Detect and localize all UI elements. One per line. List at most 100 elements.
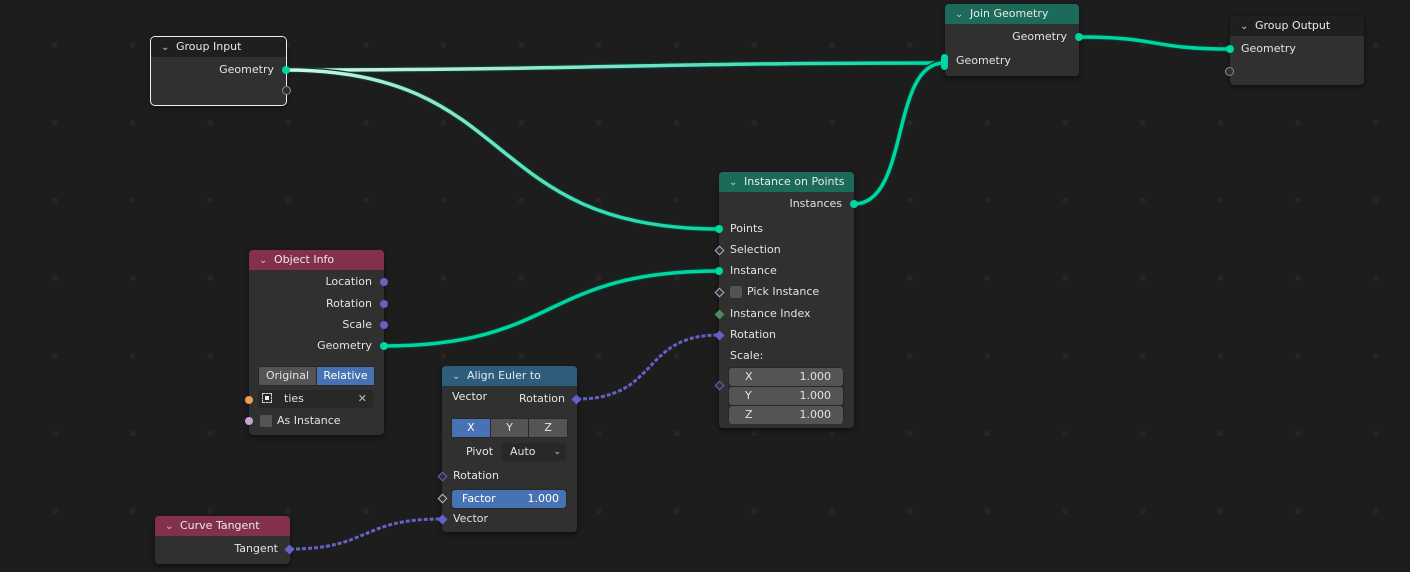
node-align-euler-to-vector[interactable]: ⌄ Align Euler to Vector Rotation X Y Z Pi… <box>437 366 582 532</box>
output-geometry-label: Geometry <box>219 63 274 76</box>
socket-scale-output[interactable] <box>380 321 388 329</box>
input-geometry-label: Geometry <box>956 54 1011 67</box>
grid-dot <box>596 431 602 436</box>
grid-dot <box>518 275 524 281</box>
node-curve-tangent[interactable]: ⌄ Curve Tangent Tangent <box>155 516 295 564</box>
pick-instance-checkbox[interactable] <box>730 286 742 298</box>
grid-dot <box>751 508 757 514</box>
socket-instance-input[interactable] <box>715 267 723 275</box>
socket-rotation-output[interactable] <box>380 300 388 308</box>
grid-dot <box>907 120 913 126</box>
node-header[interactable]: ⌄ Align Euler to Vector <box>442 366 577 403</box>
grid-dot <box>1062 353 1068 359</box>
collapse-chevron-icon[interactable]: ⌄ <box>1240 17 1252 37</box>
chevron-down-icon: ⌄ <box>553 447 561 457</box>
grid-dot <box>207 353 213 359</box>
grid-dot <box>1140 275 1146 281</box>
grid-dot <box>751 42 757 48</box>
input-instance-label: Instance <box>730 264 777 277</box>
socket-geometry-output[interactable] <box>282 66 290 74</box>
scale-x-field[interactable]: X 1.000 <box>729 368 843 386</box>
collapse-chevron-icon[interactable]: ⌄ <box>729 173 741 193</box>
socket-empty-output[interactable] <box>282 86 291 95</box>
grid-dot <box>984 197 990 203</box>
grid-dot <box>1295 508 1301 514</box>
clear-object-icon[interactable]: ✕ <box>358 390 367 408</box>
socket-instances-output[interactable] <box>850 200 858 208</box>
transform-space-relative[interactable]: Relative <box>317 367 374 385</box>
input-rotation-label: Rotation <box>453 469 500 482</box>
grid-dot <box>1373 197 1379 203</box>
grid-dot <box>1140 197 1146 203</box>
scale-y-axis: Y <box>745 389 752 402</box>
grid-dot <box>1140 353 1146 359</box>
node-group-input[interactable]: ⌄ Group Input Geometry <box>150 36 291 106</box>
node-header[interactable]: ⌄ Instance on Points <box>719 172 854 192</box>
scale-y-field[interactable]: Y 1.000 <box>729 387 843 405</box>
axis-y[interactable]: Y <box>490 419 529 437</box>
grid-dot <box>363 120 369 126</box>
node-group-output[interactable]: ⌄ Group Output Geometry <box>1225 16 1364 85</box>
scale-z-value: 1.000 <box>799 408 832 421</box>
node-instance-on-points[interactable]: ⌄ Instance on Points Instances Points Sel… <box>714 172 858 428</box>
node-header[interactable]: ⌄ Object Info <box>249 250 384 270</box>
input-geometry-label: Geometry <box>1241 42 1296 55</box>
axis-z[interactable]: Z <box>529 419 568 437</box>
node-header[interactable]: ⌄ Group Input <box>151 37 286 57</box>
grid-dot <box>518 42 524 48</box>
output-geometry-label: Geometry <box>317 339 372 352</box>
input-selection-label: Selection <box>730 243 781 256</box>
scale-z-field[interactable]: Z 1.000 <box>729 406 843 424</box>
node-object-info[interactable]: ⌄ Object Info Location Rotation Scale Geo… <box>245 250 388 435</box>
grid-dot <box>674 197 680 203</box>
grid-dot <box>1373 275 1379 281</box>
grid-dot <box>285 197 291 203</box>
collapse-chevron-icon[interactable]: ⌄ <box>955 5 967 25</box>
socket-object-input[interactable] <box>245 396 253 404</box>
grid-dot <box>1140 42 1146 48</box>
socket-geometry-output[interactable] <box>1075 33 1083 41</box>
socket-location-output[interactable] <box>380 278 388 286</box>
socket-empty-input[interactable] <box>1225 67 1234 76</box>
output-instances-label: Instances <box>789 197 842 210</box>
collapse-chevron-icon[interactable]: ⌄ <box>259 251 271 271</box>
grid-dot <box>829 431 835 436</box>
socket-geometry-input[interactable] <box>1226 45 1234 53</box>
node-header[interactable]: ⌄ Curve Tangent <box>155 516 290 536</box>
as-instance-checkbox[interactable] <box>260 415 272 427</box>
socket-geometry-output[interactable] <box>380 342 388 350</box>
grid-dot <box>1295 120 1301 126</box>
node-header[interactable]: ⌄ Join Geometry <box>945 4 1079 24</box>
collapse-chevron-icon[interactable]: ⌄ <box>452 367 464 387</box>
grid-dot <box>441 275 446 281</box>
factor-slider[interactable]: Factor 1.000 <box>452 490 566 508</box>
grid-dot <box>674 42 680 48</box>
axis-x[interactable]: X <box>452 419 490 437</box>
grid-dot <box>1218 42 1223 48</box>
transform-space-original[interactable]: Original <box>259 367 316 385</box>
grid-dot <box>674 508 680 514</box>
socket-as-instance-input[interactable] <box>245 417 253 425</box>
grid-dot <box>596 353 602 359</box>
object-icon <box>262 393 272 403</box>
grid-dot <box>207 431 213 436</box>
collapse-chevron-icon[interactable]: ⌄ <box>165 517 177 537</box>
grid-dot <box>674 275 680 281</box>
output-rotation-label: Rotation <box>518 392 565 405</box>
grid-dot <box>52 120 58 126</box>
socket-geometry-multi-input[interactable] <box>941 54 948 70</box>
pivot-dropdown[interactable]: Auto ⌄ <box>502 443 566 461</box>
node-header[interactable]: ⌄ Group Output <box>1230 16 1364 36</box>
object-field[interactable]: ties ✕ <box>258 390 373 408</box>
grid-dot <box>130 508 136 514</box>
grid-dot <box>1295 353 1301 359</box>
node-join-geometry[interactable]: ⌄ Join Geometry Geometry Geometry <box>941 4 1083 76</box>
grid-dot <box>1140 508 1146 514</box>
grid-dot <box>1218 120 1223 126</box>
grid-dot <box>363 508 369 514</box>
grid-dot <box>1218 275 1223 281</box>
input-points-label: Points <box>730 222 764 235</box>
grid-dot <box>907 197 913 203</box>
collapse-chevron-icon[interactable]: ⌄ <box>161 38 173 58</box>
socket-points-input[interactable] <box>715 225 723 233</box>
